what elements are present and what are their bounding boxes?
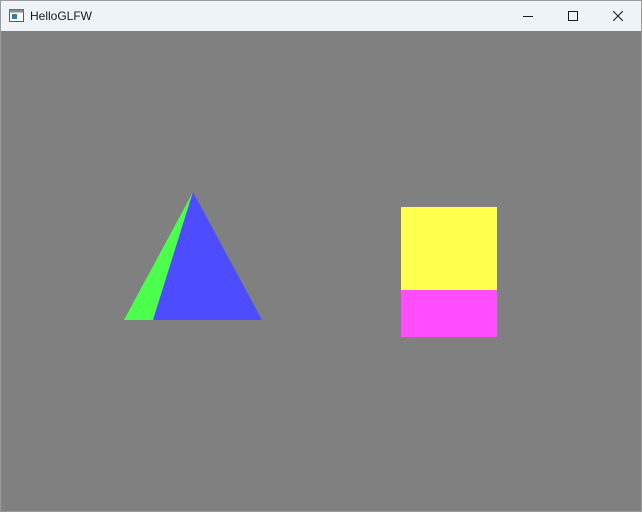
window-app-icon	[9, 9, 24, 22]
window-title: HelloGLFW	[30, 9, 93, 23]
box-top-face	[401, 207, 497, 290]
canvas-background	[1, 31, 641, 511]
app-window: HelloGLFW	[0, 0, 642, 512]
close-button[interactable]	[595, 1, 641, 31]
maximize-button[interactable]	[550, 1, 596, 31]
box-bottom-face	[401, 290, 497, 337]
close-icon	[613, 11, 623, 21]
maximize-icon	[568, 11, 578, 21]
box	[401, 207, 497, 337]
minimize-icon	[523, 16, 533, 17]
minimize-button[interactable]	[505, 1, 551, 31]
title-bar[interactable]: HelloGLFW	[1, 1, 641, 31]
gl-canvas[interactable]	[1, 31, 641, 511]
